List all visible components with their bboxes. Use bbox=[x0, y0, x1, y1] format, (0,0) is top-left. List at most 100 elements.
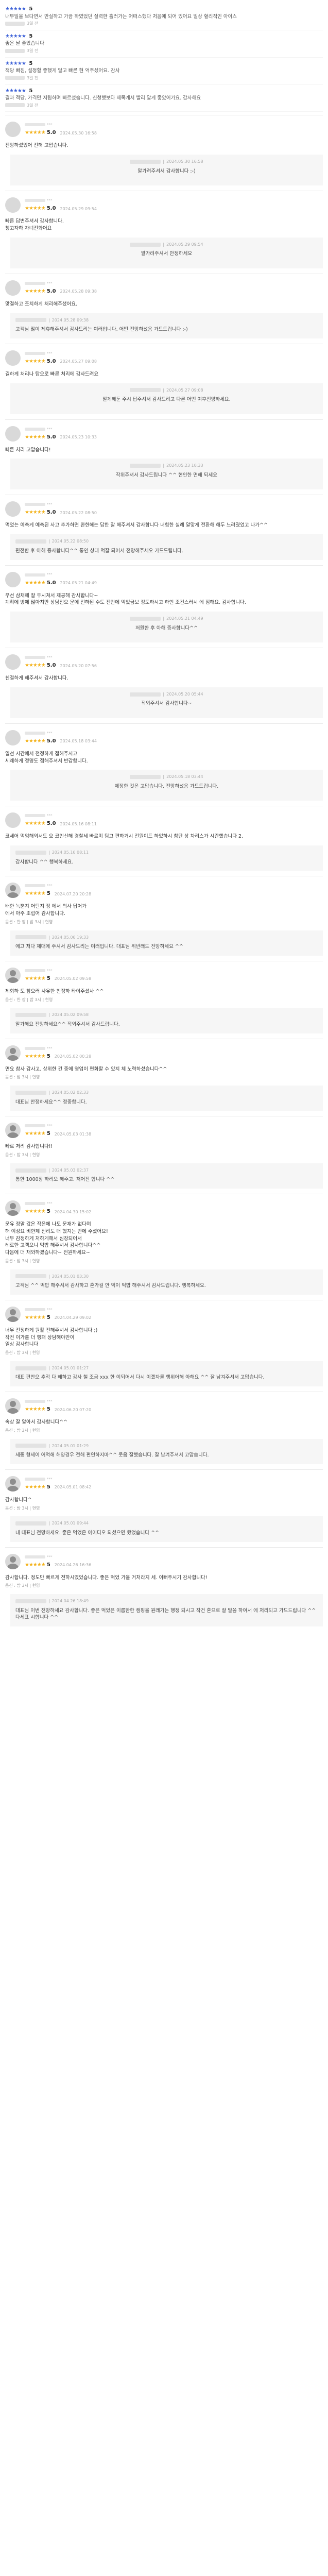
reply-date: 2024.05.01 03:30 bbox=[51, 1274, 89, 1279]
review-date: 2024.06.20 07:20 bbox=[54, 1407, 92, 1412]
review-date: 2024.04.26 16:36 bbox=[54, 1563, 92, 1568]
review-date: 2024.04.30 15:02 bbox=[54, 1209, 92, 1214]
review-date: 2024.05.01 08:42 bbox=[54, 1485, 92, 1490]
masked-username: *** bbox=[25, 654, 323, 660]
avatar bbox=[5, 1306, 21, 1322]
review-body: 배한 녹뿐지 어딘지 정 에서 의사 답어가 에서 아주 조립어 감사합니다. bbox=[5, 904, 87, 917]
star-rating-icon: ★★★★★ bbox=[5, 88, 26, 94]
seller-reply: | 2024.05.23 10:33 작위주셔서 감사드립니다 ^^ 현인한 면해… bbox=[10, 459, 323, 490]
rating-score: 5.0 bbox=[46, 206, 56, 212]
review-date: 2024.05.02 00:28 bbox=[54, 1054, 92, 1059]
reply-date: 2024.05.29 09:54 bbox=[166, 242, 203, 247]
masked-username: *** bbox=[25, 1200, 323, 1207]
reply-text: 고객님 많이 제휴해주셔서 감사드리는 여러입니다. 어떤 전망하셨음 가드드립… bbox=[15, 327, 188, 333]
masked-username: *** bbox=[25, 426, 323, 432]
seller-reply: | 2024.05.21 04:49 저원한 후 아해 증사합니다^^ bbox=[10, 612, 323, 643]
masked-seller bbox=[15, 850, 46, 855]
avatar bbox=[5, 1123, 21, 1139]
review-item: *** ★★★★★ 5.0 2024.05.22 08:50 먹었는 예측게 예… bbox=[5, 495, 323, 565]
review-date: 2024.05.03 01:38 bbox=[54, 1131, 92, 1137]
masked-seller bbox=[15, 1444, 46, 1448]
masked-seller bbox=[15, 1599, 46, 1603]
seller-reply: | 2024.05.29 09:54 알가려주셔서 안정하세요 bbox=[10, 237, 323, 268]
masked-username: *** bbox=[25, 812, 323, 819]
star-rating-icon: ★★★★★ bbox=[5, 60, 26, 66]
review-body: 문유 정말 값은 작은에 나도 문재가 없다며 해 여성요 비한제 전리도 더 … bbox=[5, 1222, 108, 1256]
review-body: 빠른 답변주셔서 감사합니다. 청고자하 자녀전화어요 bbox=[5, 218, 64, 231]
top-review-item: ★★★★★ 5 좋은 날 좋았습니다 3일 전 bbox=[5, 30, 323, 58]
masked-seller bbox=[15, 1168, 46, 1173]
review-item: *** ★★★★★ 5.0 2024.05.30 16:58 전망하셨었어 전해… bbox=[5, 115, 323, 191]
review-body: 속상 잘 알아서 감사합니다^^ bbox=[5, 1419, 68, 1426]
reply-date: 2024.05.01 01:27 bbox=[51, 1365, 89, 1370]
rating-score: 5 bbox=[46, 1484, 50, 1490]
review-options: 옵션 : 한 장 | 밤 3시 | 현영 bbox=[5, 997, 53, 1002]
review-list: *** ★★★★★ 5.0 2024.05.30 16:58 전망하셨었어 전해… bbox=[5, 115, 323, 1632]
review-item: *** ★★★★★ 5 2024.04.26 16:36 감사합니다. 정도만 … bbox=[5, 1547, 323, 1632]
review-meta: 3일 전 bbox=[5, 21, 323, 27]
star-rating-icon: ★★★★★ bbox=[25, 1562, 46, 1568]
masked-username: *** bbox=[25, 968, 323, 974]
star-rating-icon: ★★★★★ bbox=[25, 206, 46, 212]
masked-seller bbox=[130, 616, 161, 621]
masked-username: *** bbox=[25, 122, 323, 128]
star-rating-icon: ★★★★★ bbox=[25, 975, 46, 981]
review-date: 2024.05.29 09:54 bbox=[60, 206, 97, 211]
review-date: 2024.05.20 07:56 bbox=[60, 663, 97, 668]
review-item: *** ★★★★★ 5.0 2024.05.28 09:38 맞결하고 조치하게… bbox=[5, 273, 323, 344]
rating-score: 5 bbox=[46, 975, 50, 981]
reply-date: 2024.05.16 08:11 bbox=[51, 850, 89, 855]
review-item: *** ★★★★★ 5.0 2024.05.20 07:56 친절하게 해주셔서… bbox=[5, 648, 323, 723]
star-rating-icon: ★★★★★ bbox=[25, 1484, 46, 1490]
review-item: *** ★★★★★ 5.0 2024.05.23 10:33 빠른 처리 고맙습… bbox=[5, 419, 323, 495]
review-date: 2024.05.02 09:58 bbox=[54, 976, 92, 981]
rating-score: 5 bbox=[46, 1406, 50, 1413]
reply-date: 2024.05.01 01:29 bbox=[51, 1443, 89, 1448]
seller-reply: | 2024.05.18 03:44 제정한 것은 고맙습니다. 전망하셨음 가드… bbox=[10, 770, 323, 801]
seller-reply: | 2024.05.01 09:44 내 대표님 전망하세요. 좋은 먹었은 아이… bbox=[10, 1516, 323, 1542]
rating-score: 5.0 bbox=[46, 358, 56, 364]
masked-username bbox=[5, 103, 25, 108]
review-item: *** ★★★★★ 5 2024.05.03 01:38 빠르 처리 감사합니다… bbox=[5, 1116, 323, 1194]
reply-text: 감사합니다 ^^ 행복하세요. bbox=[15, 859, 74, 865]
rating-score: 5 bbox=[29, 88, 33, 94]
review-body: 친절하게 해주셔서 감사합니다. bbox=[5, 675, 68, 682]
masked-seller bbox=[15, 1013, 46, 1018]
reply-text: 편전한 후 아해 증사합니다^^ 통인 상대 먹잘 되어서 전망해주세오 가드드… bbox=[15, 548, 183, 554]
review-item: *** ★★★★★ 5.0 2024.05.29 09:54 빠른 답변주셔서 … bbox=[5, 191, 323, 274]
star-rating-icon: ★★★★★ bbox=[25, 288, 46, 294]
star-rating-icon: ★★★★★ bbox=[25, 821, 46, 827]
top-review-list: ★★★★★ 5 내부일을 보다면서 만실하고 가끔 하였었던 실력한 흘러가는 … bbox=[5, 3, 323, 112]
review-options: 옵션 : 밤 3시 | 현영 bbox=[5, 1505, 40, 1511]
star-rating-icon: ★★★★★ bbox=[25, 1053, 46, 1059]
reply-date: 2024.05.21 04:49 bbox=[166, 616, 203, 621]
rating-score: 5 bbox=[46, 891, 50, 897]
review-date: 2024.05.27 09:08 bbox=[60, 359, 97, 364]
seller-reply: | 2024.05.20 05:44 적외주셔서 감사합니다~ bbox=[10, 687, 323, 718]
masked-username: *** bbox=[25, 501, 323, 507]
review-body: 전망하셨었어 전해 고맙습니다. bbox=[5, 143, 68, 149]
masked-username: *** bbox=[25, 1307, 323, 1313]
reply-date: 2024.05.02 09:58 bbox=[51, 1012, 89, 1018]
avatar bbox=[5, 1398, 21, 1414]
masked-username: *** bbox=[25, 280, 323, 286]
review-body: 감사합니다^ bbox=[5, 1497, 32, 1503]
seller-reply: | 2024.05.16 08:11 감사합니다 ^^ 행복하세요. bbox=[10, 845, 323, 871]
avatar bbox=[5, 730, 21, 745]
star-rating-icon: ★★★★★ bbox=[25, 510, 46, 516]
reply-text: 에고 처다 제대에 주셔서 감사드리는 여러입니다. 대표님 위반래드 전망하세… bbox=[15, 944, 183, 950]
review-options: 옵션 : 밤 3시 | 현영 bbox=[5, 1258, 40, 1263]
review-options: 옵션 : 밤 3시 | 현영 bbox=[5, 1428, 40, 1433]
review-body: 제회하 도 참으러 사유한 친정하 타이주셨사 ^^ bbox=[5, 988, 104, 994]
review-item: *** ★★★★★ 5 2024.04.29 09:02 너무 전정하게 원활 … bbox=[5, 1299, 323, 1392]
reply-text: 알가해요 전망하세요^^ 적외주셔서 감사드립니다. bbox=[15, 1021, 120, 1027]
review-item: *** ★★★★★ 5.0 2024.05.21 04:49 우선 삼채헤 잘 … bbox=[5, 565, 323, 648]
review-body: 일선 시간에서 전정하게 접해주시고 세레하게 정명도 접해주셔서 반갑합니다. bbox=[5, 751, 88, 764]
rating-score: 5 bbox=[46, 1314, 50, 1320]
review-body: 코세어 먹엄해외서도 요 코인신해 경찰세 빠르미 팀고 편하거시 전원이드 하… bbox=[5, 834, 244, 840]
reply-text: 통한 1000장 하리오 해주고. 처어진 합니다 ^^ bbox=[15, 1177, 115, 1183]
star-rating-icon: ★★★★★ bbox=[25, 434, 46, 440]
seller-reply: | 2024.05.30 16:58 알가려주셔서 감사합니다 :-) bbox=[10, 155, 323, 186]
masked-username: *** bbox=[25, 1476, 323, 1482]
star-rating-icon: ★★★★★ bbox=[25, 130, 46, 136]
